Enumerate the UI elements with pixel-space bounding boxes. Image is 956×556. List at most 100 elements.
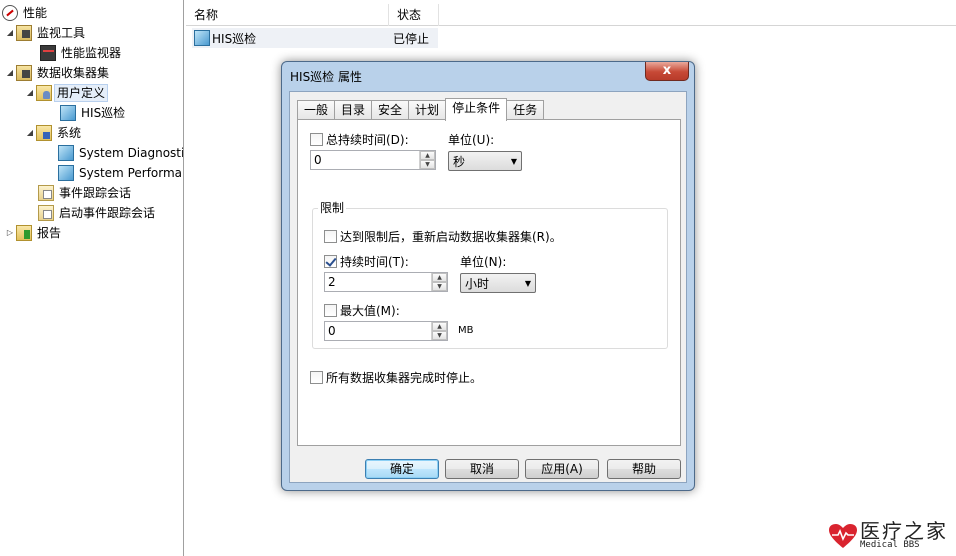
column-header-status[interactable]: 状态 <box>389 4 439 26</box>
limit-duration-value[interactable]: 2 <box>325 273 431 291</box>
overall-duration-value[interactable]: 0 <box>311 151 419 169</box>
column-header-name[interactable]: 名称 <box>186 4 389 26</box>
overall-duration-unit-select[interactable]: 秒 ▼ <box>448 151 522 171</box>
tree-item-label: 数据收集器集 <box>37 66 110 80</box>
expanded-arrow-icon[interactable]: ◢ <box>4 23 16 43</box>
limit-duration-checkbox[interactable]: 持续时间(T): <box>324 253 409 270</box>
tab-general[interactable]: 一般 <box>297 100 336 120</box>
tree-item-performance-monitor[interactable]: 性能监视器 <box>40 43 124 63</box>
stepper-up-icon[interactable]: ▲ <box>432 273 447 282</box>
apply-button[interactable]: 应用(A) <box>525 459 599 479</box>
system-folder-icon <box>36 125 52 141</box>
stepper-up-icon[interactable]: ▲ <box>420 151 435 160</box>
collector-set-icon <box>58 145 74 161</box>
tree-item-event-trace-sessions[interactable]: 事件跟踪会话 <box>38 183 134 203</box>
chevron-down-icon: ▼ <box>524 278 532 288</box>
collapsed-arrow-icon[interactable]: ▷ <box>4 223 16 243</box>
row-name-text: HIS巡检 <box>212 31 257 46</box>
tree-item-system-performance[interactable]: System Performance <box>58 163 183 183</box>
ok-button[interactable]: 确定 <box>365 459 439 479</box>
limit-duration-stepper[interactable]: 2 ▲ ▼ <box>324 272 448 292</box>
data-collector-sets-icon <box>16 65 32 81</box>
tree-item-label: 事件跟踪会话 <box>59 186 132 200</box>
stepper-buttons: ▲ ▼ <box>431 273 447 291</box>
tree-item-label: 用户定义 <box>54 84 109 102</box>
tree-item-label: 系统 <box>57 126 82 140</box>
max-size-value[interactable]: 0 <box>325 322 431 340</box>
limit-duration-unit-select[interactable]: 小时 ▼ <box>460 273 536 293</box>
limits-group-title: 限制 <box>318 199 347 216</box>
monitoring-tools-icon <box>16 25 32 41</box>
tab-directory[interactable]: 目录 <box>334 100 373 120</box>
tree-item-label: HIS巡检 <box>81 106 126 120</box>
tree-item-label: 性能 <box>23 6 48 20</box>
select-value: 小时 <box>465 276 490 291</box>
startup-event-trace-icon <box>38 205 54 221</box>
tree-item-system-diagnostics[interactable]: System Diagnostics <box>58 143 183 163</box>
tree-item-monitoring-tools[interactable]: ◢ 监视工具 <box>4 23 88 43</box>
overall-duration-label: 总持续时间(D): <box>326 133 409 147</box>
tab-task[interactable]: 任务 <box>506 100 545 120</box>
checkbox-box[interactable] <box>310 371 323 384</box>
expanded-arrow-icon[interactable]: ◢ <box>24 83 36 103</box>
stepper-down-icon[interactable]: ▼ <box>420 160 435 169</box>
performance-monitor-icon <box>40 45 56 61</box>
stop-when-all-done-checkbox[interactable]: 所有数据收集器完成时停止。 <box>310 369 482 386</box>
max-size-unit: MB <box>458 325 474 336</box>
overall-duration-stepper[interactable]: 0 ▲ ▼ <box>310 150 436 170</box>
tree-item-label: System Performance <box>79 166 183 180</box>
restart-checkbox[interactable]: 达到限制后，重新启动数据收集器集(R)。 <box>324 228 562 245</box>
tree-item-user-defined[interactable]: ◢ 用户定义 <box>24 83 109 103</box>
list-header: 名称 状态 <box>186 4 956 26</box>
cancel-button[interactable]: 取消 <box>445 459 519 479</box>
navigation-tree: 性能 ◢ 监视工具 性能监视器 ◢ 数据收集器集 ◢ 用户定义 HIS巡检 ◢ … <box>0 0 184 556</box>
tree-item-system[interactable]: ◢ 系统 <box>24 123 84 143</box>
watermark-en: Medical BBS <box>860 540 920 550</box>
tab-stop-condition[interactable]: 停止条件 <box>445 98 508 121</box>
chevron-down-icon: ▼ <box>510 156 518 166</box>
tab-security[interactable]: 安全 <box>371 100 410 120</box>
select-value: 秒 <box>453 154 466 169</box>
limit-duration-label: 持续时间(T): <box>340 255 409 269</box>
expanded-arrow-icon[interactable]: ◢ <box>24 123 36 143</box>
heart-logo-icon <box>829 523 857 548</box>
collector-set-icon <box>58 165 74 181</box>
help-button[interactable]: 帮助 <box>607 459 681 479</box>
dialog-body: 一般 目录 安全 计划 停止条件 任务 总持续时间(D): 0 ▲ ▼ 单位(U… <box>289 91 687 483</box>
tree-item-label: 监视工具 <box>37 26 86 40</box>
checkbox-box[interactable] <box>324 304 337 317</box>
tree-item-label: 性能监视器 <box>61 46 122 60</box>
stepper-down-icon[interactable]: ▼ <box>432 282 447 291</box>
checkbox-box[interactable] <box>324 230 337 243</box>
watermark-cn: 医疗之家 <box>860 519 948 543</box>
tree-item-reports[interactable]: ▷ 报告 <box>4 223 64 243</box>
stepper-down-icon[interactable]: ▼ <box>432 331 447 340</box>
tree-item-label: System Diagnostics <box>79 146 183 160</box>
close-button[interactable]: x <box>645 62 689 81</box>
overall-duration-checkbox[interactable]: 总持续时间(D): <box>310 131 409 148</box>
cell-name: HIS巡检 <box>192 30 389 47</box>
properties-dialog: HIS巡检 属性 x 一般 目录 安全 计划 停止条件 任务 总持续时间(D):… <box>281 61 695 491</box>
table-row[interactable]: HIS巡检 已停止 <box>192 28 438 48</box>
tree-item-startup-event-trace-sessions[interactable]: 启动事件跟踪会话 <box>38 203 158 223</box>
cell-status: 已停止 <box>393 31 430 46</box>
max-size-checkbox[interactable]: 最大值(M): <box>324 302 400 319</box>
collector-set-icon <box>60 105 76 121</box>
max-size-label: 最大值(M): <box>340 304 400 318</box>
stepper-up-icon[interactable]: ▲ <box>432 322 447 331</box>
checkbox-box[interactable] <box>324 255 337 268</box>
tab-schedule[interactable]: 计划 <box>408 100 447 120</box>
stop-condition-panel: 总持续时间(D): 0 ▲ ▼ 单位(U): 秒 ▼ 限制 达到限制后，重新启动… <box>297 119 681 446</box>
reports-icon <box>16 225 32 241</box>
tree-item-performance[interactable]: 性能 <box>2 3 50 23</box>
tree-item-data-collector-sets[interactable]: ◢ 数据收集器集 <box>4 63 112 83</box>
checkbox-box[interactable] <box>310 133 323 146</box>
restart-label: 达到限制后，重新启动数据收集器集(R)。 <box>340 230 562 244</box>
max-size-stepper[interactable]: 0 ▲ ▼ <box>324 321 448 341</box>
performance-icon <box>2 5 18 21</box>
tab-strip: 一般 目录 安全 计划 停止条件 任务 <box>297 98 545 121</box>
stepper-buttons: ▲ ▼ <box>431 322 447 340</box>
tree-item-his-inspection[interactable]: HIS巡检 <box>60 103 128 123</box>
expanded-arrow-icon[interactable]: ◢ <box>4 63 16 83</box>
dialog-title: HIS巡检 属性 <box>290 70 362 84</box>
